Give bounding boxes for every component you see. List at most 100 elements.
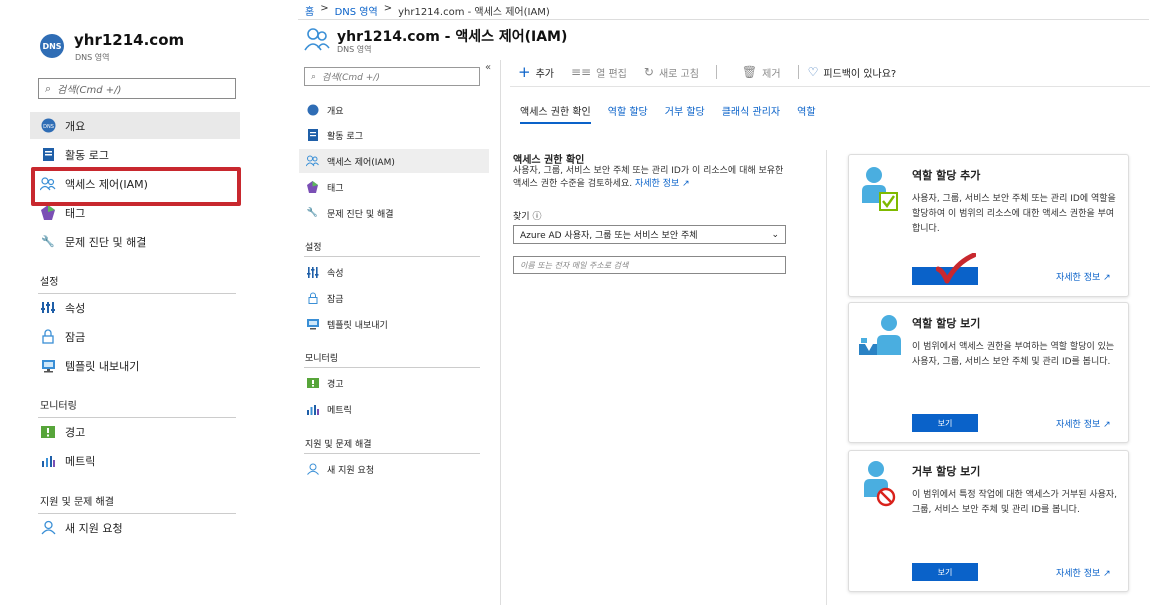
overview-icon — [306, 104, 319, 117]
learn-more-link[interactable]: 자세한 정보 ↗ — [1056, 566, 1111, 579]
tag-icon — [306, 181, 319, 194]
breadcrumb-home[interactable]: 홈 — [305, 3, 314, 18]
tag-icon — [40, 205, 56, 221]
learn-more-link[interactable]: 자세한 정보 ↗ — [1056, 270, 1111, 283]
alert-icon — [40, 424, 56, 440]
page-subtitle: DNS 영역 — [337, 45, 372, 54]
tab-roles[interactable]: 역할 — [797, 103, 815, 124]
properties-icon — [306, 266, 319, 279]
chevron-down-icon: ⌄ — [771, 229, 779, 240]
checkmark-annotation-icon — [936, 253, 976, 284]
columns-icon: ≡≡ — [570, 65, 592, 79]
refresh-button[interactable]: ↻ 새로 고침 — [644, 65, 699, 80]
add-role-assignment-card: 역할 할당 추가 사용자, 그룹, 서비스 보안 주체 또는 관리 ID에 역할… — [848, 154, 1129, 297]
nav-item-export-template[interactable]: 템플릿 내보내기 — [30, 352, 240, 379]
external-link-icon: ↗ — [1103, 420, 1111, 430]
page-title: yhr1214.com - 액세스 제어(IAM) — [337, 29, 568, 45]
nav-item-new-support-request[interactable]: 새 지원 요청 — [30, 514, 240, 541]
svg-text:DNS: DNS — [43, 124, 54, 130]
card-description: 이 범위에서 액세스 권한을 부여하는 역할 할당이 있는 사용자, 그룹, 서… — [912, 342, 1115, 367]
breadcrumb-separator: > — [320, 3, 329, 14]
tab-role-assignments[interactable]: 역할 할당 — [608, 103, 648, 124]
dns-zone-icon: DNS — [40, 34, 64, 58]
tab-check-access[interactable]: 액세스 권한 확인 — [520, 103, 591, 124]
menu-item-overview[interactable]: 개요 — [299, 98, 489, 122]
menu-item-tags[interactable]: 태그 — [299, 175, 489, 199]
menu-section-support: 지원 및 문제 해결 — [305, 440, 372, 450]
view-button[interactable]: 보기 — [912, 414, 978, 432]
activity-log-icon — [306, 129, 319, 142]
collapse-menu-button[interactable]: « — [485, 62, 491, 73]
card-title: 거부 할당 보기 — [912, 465, 981, 478]
wrench-icon: 🔧 — [41, 235, 55, 248]
alert-icon — [306, 377, 319, 390]
menu-item-properties[interactable]: 속성 — [299, 260, 489, 284]
external-link-icon: ↗ — [1103, 569, 1111, 579]
find-search-input[interactable]: 이름 또는 전자 메일 주소로 검색 — [513, 256, 786, 274]
overview-icon: DNS — [40, 118, 56, 134]
menu-item-activity-log[interactable]: 활동 로그 — [299, 123, 489, 147]
section-title-settings: 설정 — [40, 277, 59, 288]
learn-more-link[interactable]: 자세한 정보 — [635, 179, 679, 189]
support-icon — [40, 520, 56, 536]
card-title: 역할 할당 추가 — [912, 169, 981, 182]
breadcrumb-dns-zones[interactable]: DNS 영역 — [335, 3, 378, 18]
refresh-icon: ↻ — [643, 65, 654, 79]
divider — [826, 150, 827, 605]
export-template-icon — [40, 358, 56, 374]
nav-item-activity-log[interactable]: 활동 로그 — [30, 141, 240, 168]
view-role-assignments-icon — [859, 311, 901, 359]
menu-item-export-template[interactable]: 템플릿 내보내기 — [299, 312, 489, 336]
menu-item-new-support-request[interactable]: 새 지원 요청 — [299, 457, 489, 481]
feedback-button[interactable]: ♡ 피드백이 있나요? — [808, 65, 897, 80]
tab-classic-administrators[interactable]: 클래식 관리자 — [722, 103, 780, 124]
card-description: 이 범위에서 특정 작업에 대한 액세스가 거부된 사용자, 그룹, 서비스 보… — [912, 490, 1118, 515]
nav-item-alerts[interactable]: 경고 — [30, 418, 240, 445]
menu-item-locks[interactable]: 잠금 — [299, 286, 489, 310]
divider — [715, 65, 717, 79]
view-deny-assignments-icon — [859, 459, 901, 507]
menu-item-alerts[interactable]: 경고 — [299, 371, 489, 395]
divider — [298, 19, 1149, 20]
iam-icon — [306, 155, 319, 168]
add-button[interactable]: + 추가 — [518, 63, 554, 81]
divider — [510, 86, 1150, 87]
nav-item-locks[interactable]: 잠금 — [30, 323, 240, 350]
section-title-support: 지원 및 문제 해결 — [40, 497, 114, 508]
check-access-description: 사용자, 그룹, 서비스 보안 주체 또는 관리 ID가 이 리소스에 대해 보… — [513, 166, 784, 189]
divider — [797, 65, 799, 79]
search-icon: ⌕ — [45, 81, 52, 95]
card-description: 사용자, 그룹, 서비스 보안 주체 또는 관리 ID에 역할을 할당하여 이 … — [912, 194, 1116, 234]
search-icon: ⌕ — [311, 71, 317, 82]
check-access-title: 액세스 권한 확인 — [513, 155, 585, 166]
remove-button[interactable]: 🗑 제거 — [742, 65, 781, 80]
edit-columns-button[interactable]: ≡≡ 열 편집 — [571, 65, 627, 80]
find-type-select[interactable]: Azure AD 사용자, 그룹 또는 서비스 보안 주체 ⌄ — [513, 225, 786, 244]
command-bar: + 추가 ≡≡ 열 편집 ↻ 새로 고침 🗑 제거 ♡ 피드백이 있나요? — [518, 62, 913, 82]
properties-icon — [40, 300, 56, 316]
card-title: 역할 할당 보기 — [912, 317, 981, 330]
menu-search-input[interactable]: ⌕ 검색(Cmd +/) — [304, 67, 480, 86]
view-button[interactable]: 보기 — [912, 563, 978, 581]
menu-item-iam[interactable]: 액세스 제어(IAM) — [299, 149, 489, 173]
resource-subtitle: DNS 영역 — [75, 53, 110, 62]
nav-item-diagnose[interactable]: 🔧 문제 진단 및 해결 — [30, 228, 240, 255]
tab-deny-assignments[interactable]: 거부 할당 — [665, 103, 705, 124]
nav-item-metrics[interactable]: 메트릭 — [30, 447, 240, 474]
menu-item-diagnose[interactable]: 🔧 문제 진단 및 해결 — [299, 201, 489, 225]
menu-item-metrics[interactable]: 메트릭 — [299, 397, 489, 421]
lock-icon — [40, 329, 56, 345]
external-link-icon: ↗ — [1103, 273, 1111, 283]
search-input[interactable]: ⌕ 검색(Cmd +/) — [38, 78, 236, 99]
nav-item-overview[interactable]: DNS 개요 — [30, 112, 240, 139]
learn-more-link[interactable]: 자세한 정보 ↗ — [1056, 417, 1111, 430]
iam-icon — [304, 27, 330, 51]
view-deny-assignments-card: 거부 할당 보기 이 범위에서 특정 작업에 대한 액세스가 거부된 사용자, … — [848, 450, 1129, 592]
divider — [304, 367, 480, 368]
nav-item-properties[interactable]: 속성 — [30, 294, 240, 321]
add-role-assignment-icon — [859, 163, 901, 211]
breadcrumb-separator: > — [383, 3, 393, 14]
support-icon — [306, 463, 319, 476]
info-icon: ⓘ — [532, 212, 542, 222]
menu-section-settings: 설정 — [305, 243, 322, 253]
